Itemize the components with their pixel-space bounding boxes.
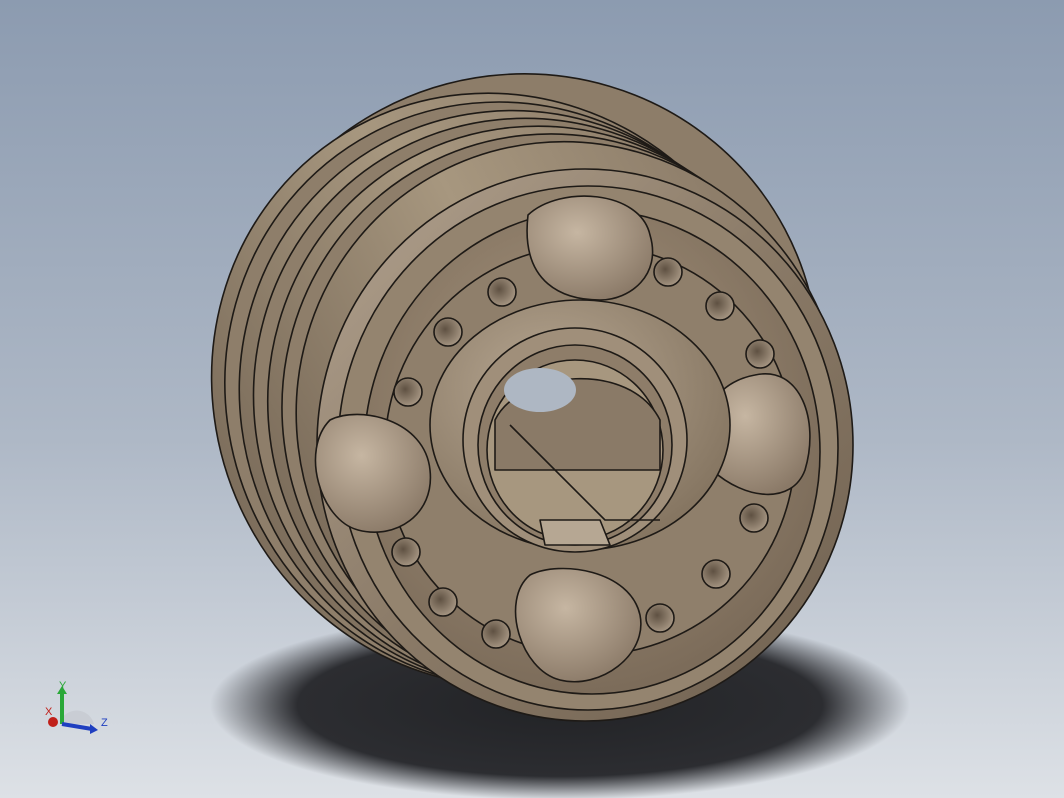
model-scene bbox=[0, 0, 1064, 798]
x-axis-icon bbox=[48, 717, 58, 727]
graphics-viewport[interactable]: Y X Z bbox=[0, 0, 1064, 798]
bore-through-view bbox=[504, 368, 576, 412]
triad-y-label: Y bbox=[59, 680, 67, 692]
triad-plane bbox=[62, 710, 94, 724]
keyway bbox=[539, 519, 611, 546]
z-axis-icon bbox=[61, 722, 93, 731]
z-axis-arrow-icon bbox=[90, 724, 98, 734]
triad-x-label: X bbox=[45, 706, 53, 718]
triad-z-label: Z bbox=[101, 717, 108, 729]
view-triad: Y X Z bbox=[40, 678, 120, 748]
